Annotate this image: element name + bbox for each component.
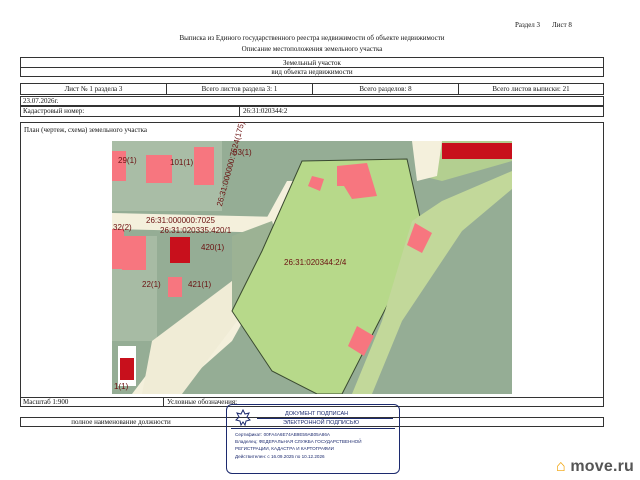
map-label-1: 1(1) <box>114 382 129 391</box>
stamp-title: ДОКУМЕНТ ПОДПИСАН <box>285 411 349 417</box>
watermark-text: move.ru <box>570 458 634 475</box>
building-22 <box>168 277 182 297</box>
map-label-421: 421(1) <box>188 280 212 289</box>
document-subtitle: Описание местоположения земельного участ… <box>241 45 383 53</box>
stamp-owner-line1: Владелец: ФЕДЕРАЛЬНАЯ СЛУЖБА ГОСУДАРСТВЕ… <box>235 439 362 444</box>
total-sections: Всего разделов: 8 <box>313 84 459 94</box>
stamp-certificate: Сертификат: 00FA4A6E74AB9E59AB05A86A <box>235 432 330 437</box>
building-1-dark <box>120 358 134 380</box>
sheet-number: Лист 8 <box>552 21 572 29</box>
cadastral-label: Кадастровый номер: <box>23 107 85 115</box>
section-number: Раздел 3 <box>515 21 541 29</box>
sheet-no: Лист № 1 раздела 3 <box>21 84 167 94</box>
position-caption: полное наименование должности <box>71 418 171 426</box>
total-sheets-section: Всего листов раздела 3: 1 <box>167 84 313 94</box>
object-box: Земельный участок вид объекта недвижимос… <box>20 57 604 77</box>
plan-title: План (чертеж, схема) земельного участка <box>24 126 148 134</box>
total-sheets-extract: Всего листов выписки: 21 <box>492 85 570 93</box>
building-101a <box>146 155 172 183</box>
date-row: 23.07.2026г. <box>20 96 604 106</box>
building-101b <box>194 147 214 185</box>
e-signature-stamp: ДОКУМЕНТ ПОДПИСАН ЭЛЕКТРОННОЙ ПОДПИСЬЮ С… <box>226 404 400 474</box>
object-type-caption: вид объекта недвижимости <box>271 68 353 76</box>
watermark-icon: ⌂ <box>555 458 566 475</box>
stamp-subtitle: ЭЛЕКТРОННОЙ ПОДПИСЬЮ <box>283 420 360 426</box>
map-label-22: 22(1) <box>142 280 161 289</box>
map-label-420a: 26:31:020335:420/1 <box>160 226 232 235</box>
building-420-dark <box>170 237 190 263</box>
document-title: Выписка из Единого государственного реес… <box>179 34 445 42</box>
scale-label: Масштаб 1:900 <box>23 398 69 406</box>
stamp-validity: Действителен: с 16.09.2025 по 10.12.2026 <box>235 454 325 459</box>
cadastral-number: 26:31:020344:2 <box>243 107 288 115</box>
map-label-29: 29(1) <box>118 156 137 165</box>
emblem-icon <box>235 409 251 427</box>
stamp-owner-line2: РЕГИСТРАЦИИ, КАДАСТРА И КАРТОГРАФИИ <box>235 446 334 451</box>
extract-date: 23.07.2026г. <box>23 97 59 105</box>
cadastral-row: Кадастровый номер: 26:31:020344:2 <box>20 106 604 117</box>
map-label-main-parcel: 26:31:020344:2/4 <box>284 258 347 267</box>
building-dark-top-right <box>442 143 512 159</box>
building-side <box>122 236 146 270</box>
map-label-420: 420(1) <box>201 243 225 252</box>
cadastral-map <box>112 141 512 394</box>
map-label-32: 32(2) <box>113 223 132 232</box>
watermark-logo: ⌂ move.ru <box>556 458 634 476</box>
sheet-info-row: Лист № 1 раздела 3 Всего листов раздела … <box>20 83 604 95</box>
map-label-road: 26:31:000000:7025 <box>146 216 215 225</box>
map-label-101: 101(1) <box>170 158 194 167</box>
